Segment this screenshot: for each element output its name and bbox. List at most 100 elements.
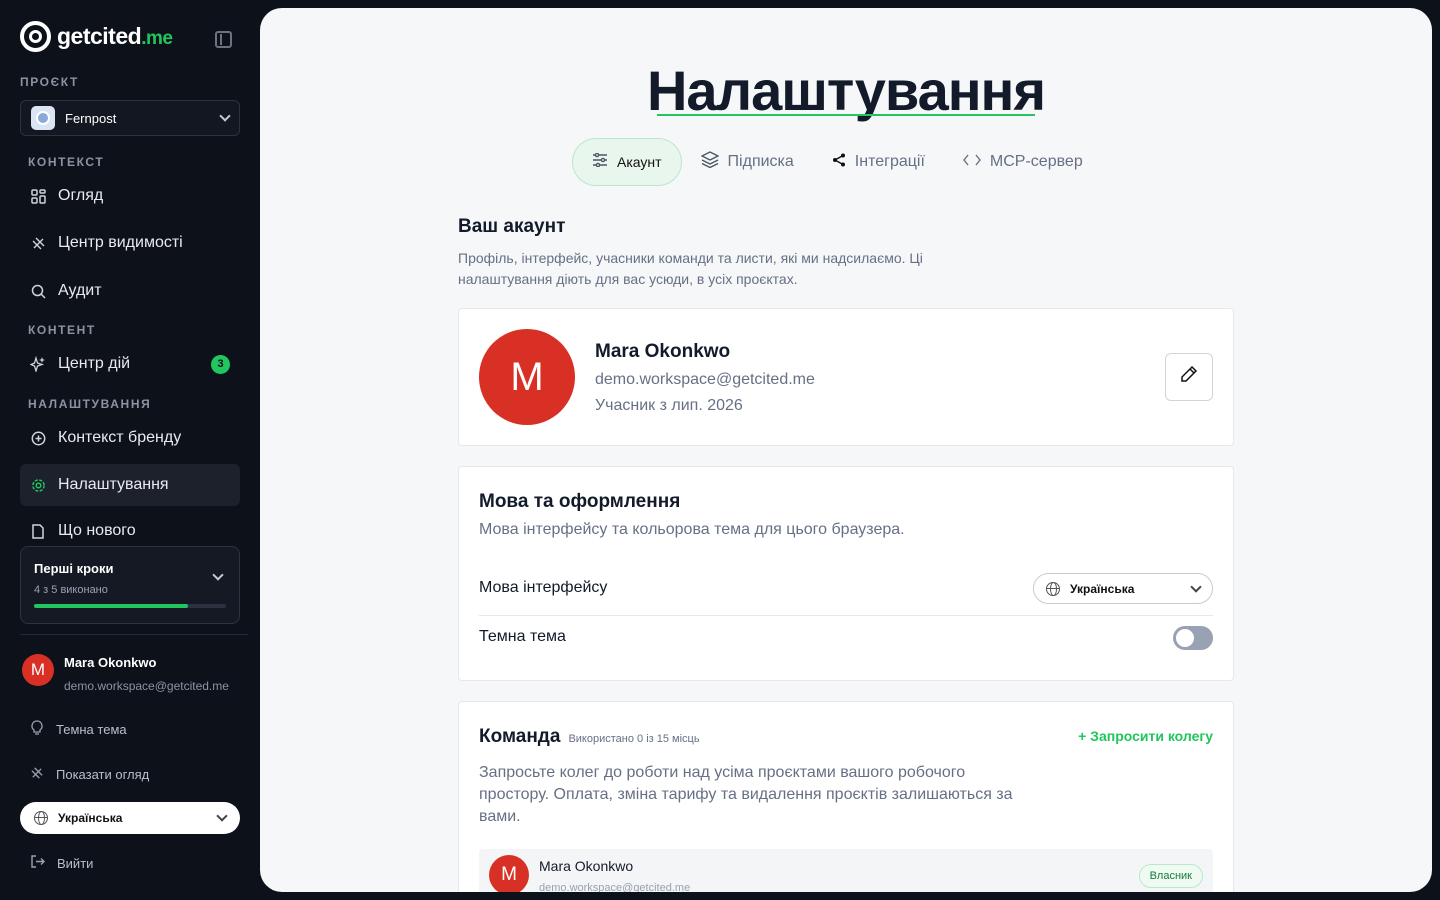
sidebar-item-label: Що нового: [58, 522, 136, 539]
sidebar-item-label: Контекст бренду: [58, 429, 182, 446]
main-panel: Налаштування Акаунт Підписка Інтеграції …: [260, 8, 1432, 892]
sidebar-language-select[interactable]: Українська: [20, 802, 240, 834]
onboarding-progress-bar: [34, 604, 226, 608]
sidebar-item-label: Налаштування: [58, 476, 169, 493]
pencil-icon: [1180, 365, 1198, 389]
share-icon: [832, 153, 846, 172]
sliders-icon: [592, 152, 608, 172]
chevron-down-icon: [216, 810, 228, 822]
logout-label: Вийти: [57, 855, 94, 871]
onboarding-progress-fill: [34, 604, 188, 608]
avatar: M: [479, 329, 575, 425]
context-section-label: КОНТЕКСТ: [28, 155, 105, 169]
avatar: M: [22, 654, 54, 686]
sidebar-user[interactable]: M Mara Okonkwo demo.workspace@getcited.m…: [22, 654, 229, 693]
team-card: Команда Використано 0 із 15 місць + Запро…: [458, 701, 1234, 892]
dark-theme-label: Темна тема: [479, 628, 566, 645]
dark-theme-toggle[interactable]: [1173, 626, 1213, 650]
sidebar-item-whats-new[interactable]: Що нового: [20, 510, 240, 540]
tab-subscription[interactable]: Підписка: [682, 138, 813, 186]
tab-integrations[interactable]: Інтеграції: [813, 138, 944, 186]
logo-mark-icon: [20, 21, 51, 52]
sidebar-divider: [20, 634, 248, 635]
sidebar-item-action-center[interactable]: Центр дій 3: [20, 343, 240, 385]
profile-card: M Mara Okonkwo demo.workspace@getcited.m…: [458, 308, 1234, 446]
code-icon: [963, 153, 981, 171]
settings-section-label: НАЛАШТУВАННЯ: [28, 397, 152, 411]
brand-tld: .me: [141, 28, 173, 49]
sparkles-icon: [30, 356, 46, 372]
tab-account[interactable]: Акаунт: [572, 138, 682, 186]
grid-icon: [30, 188, 46, 204]
status-badge: Власник: [1138, 864, 1203, 888]
invite-colleague-button[interactable]: + Запросити колегу: [1078, 728, 1213, 744]
appearance-title: Мова та оформлення: [479, 491, 681, 512]
language-value: Українська: [1070, 581, 1135, 596]
tab-mcp-server[interactable]: MCP-сервер: [944, 138, 1102, 186]
sidebar-item-overview[interactable]: Огляд: [20, 175, 240, 217]
show-tour-label: Показати огляд: [56, 767, 150, 782]
member-name: Mara Okonkwo: [539, 858, 634, 874]
row-divider: [479, 615, 1213, 616]
edit-profile-button[interactable]: [1165, 353, 1213, 401]
layers-icon: [699, 151, 720, 173]
team-seats-used: Використано 0 із 15 місць: [568, 733, 700, 745]
sidebar-item-label: Центр видимості: [58, 234, 183, 251]
satellite-icon: [30, 766, 44, 783]
sidebar-item-settings[interactable]: Налаштування: [20, 464, 240, 506]
satellite-icon: [30, 235, 46, 251]
avatar: M: [489, 855, 529, 892]
plus-circle-icon: [30, 430, 46, 446]
sidebar-item-label: Огляд: [58, 187, 104, 204]
language-value: Українська: [58, 811, 123, 825]
content-section-label: КОНТЕНТ: [28, 323, 96, 337]
brand-name: getcited: [57, 23, 142, 49]
account-heading: Ваш акаунт: [458, 216, 566, 237]
chevron-down-icon: [219, 110, 231, 122]
project-globe-icon: [31, 106, 55, 130]
logout-link[interactable]: Вийти: [30, 854, 93, 872]
logout-icon: [30, 854, 45, 872]
profile-email: demo.workspace@getcited.me: [595, 371, 815, 388]
sidebar-item-audit[interactable]: Аудит: [20, 270, 240, 312]
lightbulb-icon: [30, 720, 44, 739]
account-description: Профіль, інтерфейс, учасники команди та …: [458, 250, 923, 287]
member-email: demo.workspace@getcited.me: [539, 882, 691, 892]
show-tour-link[interactable]: Показати огляд: [30, 766, 149, 783]
language-select[interactable]: Українська: [1033, 573, 1213, 604]
sidebar: getcited.me ПРОЄКТ Fernpost КОНТЕКСТ Огл…: [0, 0, 260, 900]
team-title-text: Команда: [479, 726, 561, 747]
document-icon: [30, 523, 46, 539]
project-selector[interactable]: Fernpost: [20, 100, 240, 136]
sidebar-item-label: Центр дій: [58, 355, 131, 372]
title-underline: [657, 114, 1035, 116]
user-email: demo.workspace@getcited.me: [64, 679, 229, 693]
user-name: Mara Okonkwo: [64, 655, 157, 670]
onboarding-progress-text: 4 з 5 виконано: [34, 584, 108, 596]
member-since: Учасник з лип. 2026: [595, 397, 743, 414]
profile-name: Mara Okonkwo: [595, 341, 731, 362]
project-name: Fernpost: [65, 110, 117, 126]
globe-icon: [1046, 581, 1060, 596]
tab-label: Акаунт: [617, 154, 662, 170]
sidebar-item-brand-context[interactable]: Контекст бренду: [20, 417, 240, 459]
globe-icon: [34, 811, 48, 825]
settings-tabs: Акаунт Підписка Інтеграції MCP-сервер: [572, 138, 1102, 186]
notification-badge: 3: [211, 354, 230, 374]
dark-theme-label: Темна тема: [56, 722, 127, 737]
chevron-down-icon: [1190, 580, 1202, 593]
dark-theme-link[interactable]: Темна тема: [30, 720, 127, 739]
sidebar-item-visibility[interactable]: Центр видимості: [20, 222, 240, 264]
tab-label: Інтеграції: [854, 153, 925, 170]
search-icon: [30, 283, 46, 299]
gear-icon: [30, 477, 46, 493]
tab-label: Підписка: [727, 153, 794, 170]
collapse-sidebar-icon[interactable]: [215, 31, 232, 48]
brand-logo[interactable]: getcited.me: [20, 21, 173, 52]
toggle-knob: [1176, 629, 1194, 647]
language-label: Мова інтерфейсу: [479, 579, 608, 596]
onboarding-card[interactable]: Перші кроки 4 з 5 виконано: [20, 546, 240, 624]
appearance-subtitle: Мова інтерфейсу та кольорова тема для ць…: [479, 521, 905, 538]
onboarding-title: Перші кроки: [34, 561, 114, 576]
team-description: Запросьте колег до роботи над усіма проє…: [479, 764, 1013, 825]
